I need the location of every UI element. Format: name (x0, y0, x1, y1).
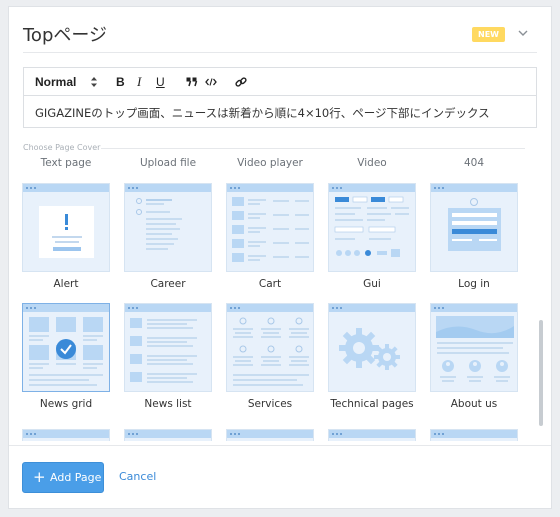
select-arrows-icon[interactable] (90, 76, 98, 88)
cover-option-404[interactable]: 404 (430, 157, 518, 169)
gears-icon (339, 328, 400, 370)
cart-thumbnail (226, 183, 314, 272)
cover-option-text-page[interactable]: Text page (22, 157, 110, 169)
partial-thumbnail (124, 429, 212, 441)
page-title: Topページ (23, 25, 108, 46)
quote-icon[interactable] (186, 77, 198, 87)
alert-thumbnail (22, 183, 110, 272)
log-in-thumbnail (430, 183, 518, 272)
cover-label: Gui (363, 278, 381, 290)
partial-thumbnail (430, 429, 518, 441)
cover-label: Cart (258, 278, 282, 290)
cover-section-label: Choose Page Cover (23, 143, 101, 152)
dialog-footer: + Add Page Cancel (9, 445, 551, 509)
add-page-button[interactable]: + Add Page (22, 462, 104, 493)
gui-thumbnail (328, 183, 416, 272)
code-icon[interactable] (205, 77, 217, 87)
cover-label: About us (450, 398, 498, 410)
underline-button[interactable]: U (156, 75, 165, 89)
cover-option-upload-file[interactable]: Upload file (124, 157, 212, 169)
new-badge: NEW (472, 27, 505, 42)
partial-thumbnail (328, 429, 416, 441)
add-page-dialog: Topページ NEW Normal B I U GIGAZINEのトップ画面、ニ… (8, 6, 552, 509)
chevron-down-icon[interactable] (515, 25, 531, 41)
cover-grid: Alert Career Cart Gui Log in News grid N… (22, 183, 518, 441)
editor-content[interactable]: GIGAZINEのトップ画面、ニュースは新着から順に4×10行、ページ下部にイン… (35, 105, 490, 121)
technical-pages-thumbnail (328, 303, 416, 392)
dialog-header: Topページ NEW (23, 7, 537, 53)
format-select[interactable]: Normal (35, 75, 76, 89)
cancel-button[interactable]: Cancel (119, 470, 156, 483)
cover-label: News list (144, 398, 192, 410)
link-icon[interactable] (235, 76, 247, 88)
about-us-thumbnail (430, 303, 518, 392)
partial-thumbnail (226, 429, 314, 441)
services-thumbnail (226, 303, 314, 392)
career-thumbnail (124, 183, 212, 272)
cover-option-video-player[interactable]: Video player (226, 157, 314, 169)
italic-button[interactable]: I (137, 75, 141, 89)
bold-button[interactable]: B (116, 75, 125, 89)
cover-label: Services (247, 398, 293, 410)
add-page-label: Add Page (50, 471, 102, 484)
cover-label: Log in (458, 278, 490, 290)
partial-thumbnail (22, 429, 110, 441)
cover-divider (101, 148, 525, 149)
cover-label: Career (150, 278, 186, 290)
description-editor: Normal B I U GIGAZINEのトップ画面、ニュースは新着から順に4… (23, 67, 537, 128)
cover-label: Alert (53, 278, 79, 290)
editor-toolbar: Normal B I U (24, 68, 536, 96)
cover-label: Technical pages (330, 398, 414, 410)
news-list-thumbnail (124, 303, 212, 392)
plus-icon: + (33, 468, 46, 486)
cover-label: News grid (39, 398, 93, 410)
news-grid-thumbnail (22, 303, 110, 392)
cover-option-video[interactable]: Video (328, 157, 416, 169)
cover-scrollbar[interactable] (539, 320, 543, 426)
